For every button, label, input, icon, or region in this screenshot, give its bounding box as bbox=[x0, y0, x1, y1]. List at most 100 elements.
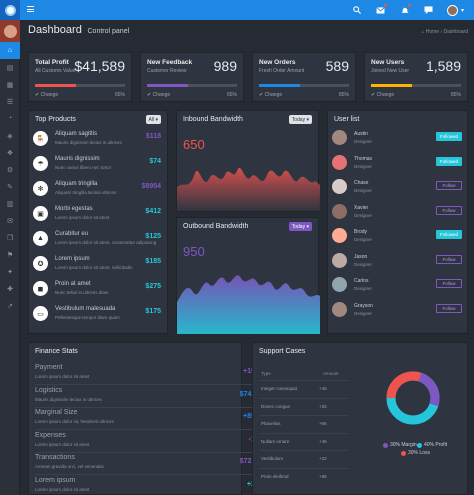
outbound-filter-select[interactable]: Today ▾ bbox=[288, 222, 312, 231]
app-logo[interactable] bbox=[0, 0, 20, 20]
user-name: Carlos bbox=[354, 278, 369, 284]
user-role: Designer bbox=[354, 286, 373, 291]
sidebar-item-pages[interactable]: ❐ bbox=[0, 229, 20, 246]
stat-percent: 85% bbox=[338, 92, 349, 98]
case-type: Donec congue bbox=[261, 403, 291, 409]
box-icon: ▭ bbox=[33, 306, 48, 321]
finance-label: Logistics bbox=[35, 386, 63, 394]
stat-value: $41,589 bbox=[74, 58, 125, 74]
chat-icon[interactable] bbox=[423, 4, 435, 16]
progress-bar bbox=[259, 84, 349, 87]
user-name: Austin bbox=[354, 131, 368, 137]
sidebar-item-forms[interactable]: ✎ bbox=[0, 178, 20, 195]
follow-button[interactable]: Followed bbox=[436, 230, 462, 239]
legend-loss: 30% Loss bbox=[401, 450, 430, 456]
chevron-down-icon[interactable]: ▾ bbox=[461, 7, 464, 14]
sidebar-item-list[interactable]: ☰ bbox=[0, 93, 20, 110]
stat-subtitle: Joined New User bbox=[371, 68, 410, 74]
finance-label: Payment bbox=[35, 364, 63, 371]
inbound-bandwidth-panel: Inbound Bandwidth Today ▾ 650 bbox=[176, 110, 320, 212]
avatar bbox=[332, 228, 347, 243]
sidebar-item-apps[interactable]: ▤ bbox=[0, 59, 20, 76]
progress-bar bbox=[371, 84, 461, 87]
finance-desc: Lorem ipsum dolor sit, hendrerit ultrice… bbox=[35, 419, 114, 424]
user-role: Designer bbox=[354, 261, 373, 267]
page-title: Dashboard bbox=[28, 24, 82, 36]
product-item[interactable]: ▭ Vestibulum malesuada Pellentesque tempor… bbox=[33, 304, 161, 325]
product-item[interactable]: ✻ Aliquam tringilla Aliquam tringilla laci… bbox=[33, 179, 161, 200]
table-row[interactable]: Integer consequat +45 bbox=[259, 380, 349, 397]
stat-title: Total Profit bbox=[35, 59, 69, 66]
product-item[interactable]: ☂ Mauris dignissim Nunc varius libero nec … bbox=[33, 154, 161, 175]
finance-desc: Mauris dignissim lectus in ultrices bbox=[35, 396, 102, 402]
follow-button[interactable]: Follow bbox=[436, 254, 462, 264]
follow-button[interactable]: Follow bbox=[436, 303, 462, 313]
support-donut-chart bbox=[386, 371, 440, 425]
finance-item: Transactions Aenean gravida orci, vel ven… bbox=[35, 453, 265, 475]
sidebar-item-grid[interactable]: ▦ bbox=[0, 76, 20, 93]
follow-button[interactable]: Follow bbox=[436, 181, 462, 190]
follow-button[interactable]: Follow bbox=[436, 279, 462, 288]
outbound-area-chart bbox=[177, 275, 320, 334]
product-item[interactable]: ✪ Lorem ipsum Lorem ipsum dolor sit amet, … bbox=[33, 254, 161, 275]
panel-title: Support Cases bbox=[259, 348, 306, 355]
user-avatar[interactable] bbox=[446, 4, 458, 16]
follow-button[interactable]: Followed bbox=[436, 132, 462, 141]
product-desc: Pellentesque tempor diam quam bbox=[55, 315, 120, 320]
product-name: Vestibulum malesuada bbox=[55, 306, 116, 312]
product-name: Curabitur eu bbox=[55, 231, 89, 237]
sidebar-item-tools[interactable]: ✚ bbox=[0, 280, 20, 297]
table-row[interactable]: Nullam ornare +45 bbox=[259, 432, 349, 450]
sidebar-user[interactable] bbox=[0, 20, 20, 42]
search-icon[interactable] bbox=[351, 4, 363, 16]
inbound-filter-select[interactable]: Today ▾ bbox=[288, 115, 312, 124]
sidebar: ⌂ ▤ ▦ ☰ ◔ ◈ ❖ ⚙ ✎ ▥ ✉ ❐ ⚑ ✦ ✚ ↗ bbox=[0, 20, 20, 495]
legend-dot bbox=[401, 450, 406, 456]
product-item[interactable]: ▣ Morbi egestas Lorem ipsum dolor sit amet… bbox=[33, 204, 161, 225]
table-row[interactable]: Phasellus +65 bbox=[259, 415, 349, 432]
inbound-area-chart bbox=[177, 167, 320, 211]
sidebar-item-stats[interactable]: ◈ bbox=[0, 127, 20, 144]
panel-title: Top Products bbox=[35, 116, 76, 123]
stat-subtitle: All Customs Value bbox=[35, 68, 76, 74]
sidebar-item-charts[interactable]: ◔ bbox=[0, 110, 20, 127]
sidebar-item-widgets[interactable]: ✦ bbox=[0, 263, 20, 280]
table-row[interactable]: Proin eleifend +85 bbox=[259, 467, 349, 485]
product-item[interactable]: 🪑 Aliquam sagittis Mauris dignissim lectus… bbox=[33, 129, 161, 150]
sidebar-item-settings[interactable]: ⚙ bbox=[0, 161, 20, 178]
sidebar-item-dashboard[interactable]: ⌂ bbox=[0, 42, 20, 59]
stat-percent: 85% bbox=[450, 92, 461, 98]
products-filter-select[interactable]: All ▾ bbox=[145, 115, 161, 124]
top-products-panel: Top Products All ▾ 🪑 Aliquam sagittis Maur… bbox=[28, 110, 168, 334]
stat-title: New Feedback bbox=[147, 59, 193, 66]
home-icon[interactable]: ⌂ bbox=[421, 29, 424, 35]
progress-bar bbox=[35, 84, 125, 87]
menu-toggle-icon[interactable] bbox=[27, 6, 34, 12]
sidebar-item-maps[interactable]: ⚑ bbox=[0, 246, 20, 263]
product-price: $118 bbox=[145, 133, 161, 140]
product-item[interactable]: ◼ Proin at amet Nunc tellus in ultrices di… bbox=[33, 279, 161, 300]
follow-button[interactable]: Followed bbox=[436, 156, 462, 166]
mail-icon[interactable] bbox=[375, 4, 387, 16]
sidebar-item-share[interactable]: ↗ bbox=[0, 297, 20, 314]
user-role: Designer bbox=[354, 163, 373, 169]
product-item[interactable]: ▲ Curabitur eu Lorem ipsum dolor sit amet,… bbox=[33, 229, 161, 250]
product-desc: Lorem ipsum dolor sit amet, consectetur … bbox=[55, 240, 157, 245]
follow-button[interactable]: Follow bbox=[436, 205, 462, 215]
page-subtitle: Control panel bbox=[87, 28, 130, 35]
table-row[interactable]: Donec congue +25 bbox=[259, 397, 349, 415]
finance-item: Logistics Mauris dignissim lectus in ultr… bbox=[35, 386, 265, 408]
finance-item: Lorem ipsumLorem ipsum dolor sit amet+21… bbox=[35, 476, 265, 495]
bell-icon[interactable] bbox=[399, 4, 411, 16]
progress-bar bbox=[147, 84, 237, 87]
sidebar-item-tables[interactable]: ▥ bbox=[0, 195, 20, 212]
logo-icon bbox=[4, 4, 16, 16]
case-type: Proin eleifend bbox=[261, 473, 289, 479]
legend-profit: 40% Profit bbox=[417, 442, 447, 448]
table-row[interactable]: Vestibulum +22 bbox=[259, 450, 349, 467]
sidebar-item-mail[interactable]: ✉ bbox=[0, 212, 20, 229]
breadcrumb-home[interactable]: Home bbox=[426, 29, 439, 35]
legend-dot bbox=[383, 442, 388, 448]
user-name: Brody bbox=[354, 229, 368, 235]
sidebar-item-layers[interactable]: ❖ bbox=[0, 144, 20, 161]
